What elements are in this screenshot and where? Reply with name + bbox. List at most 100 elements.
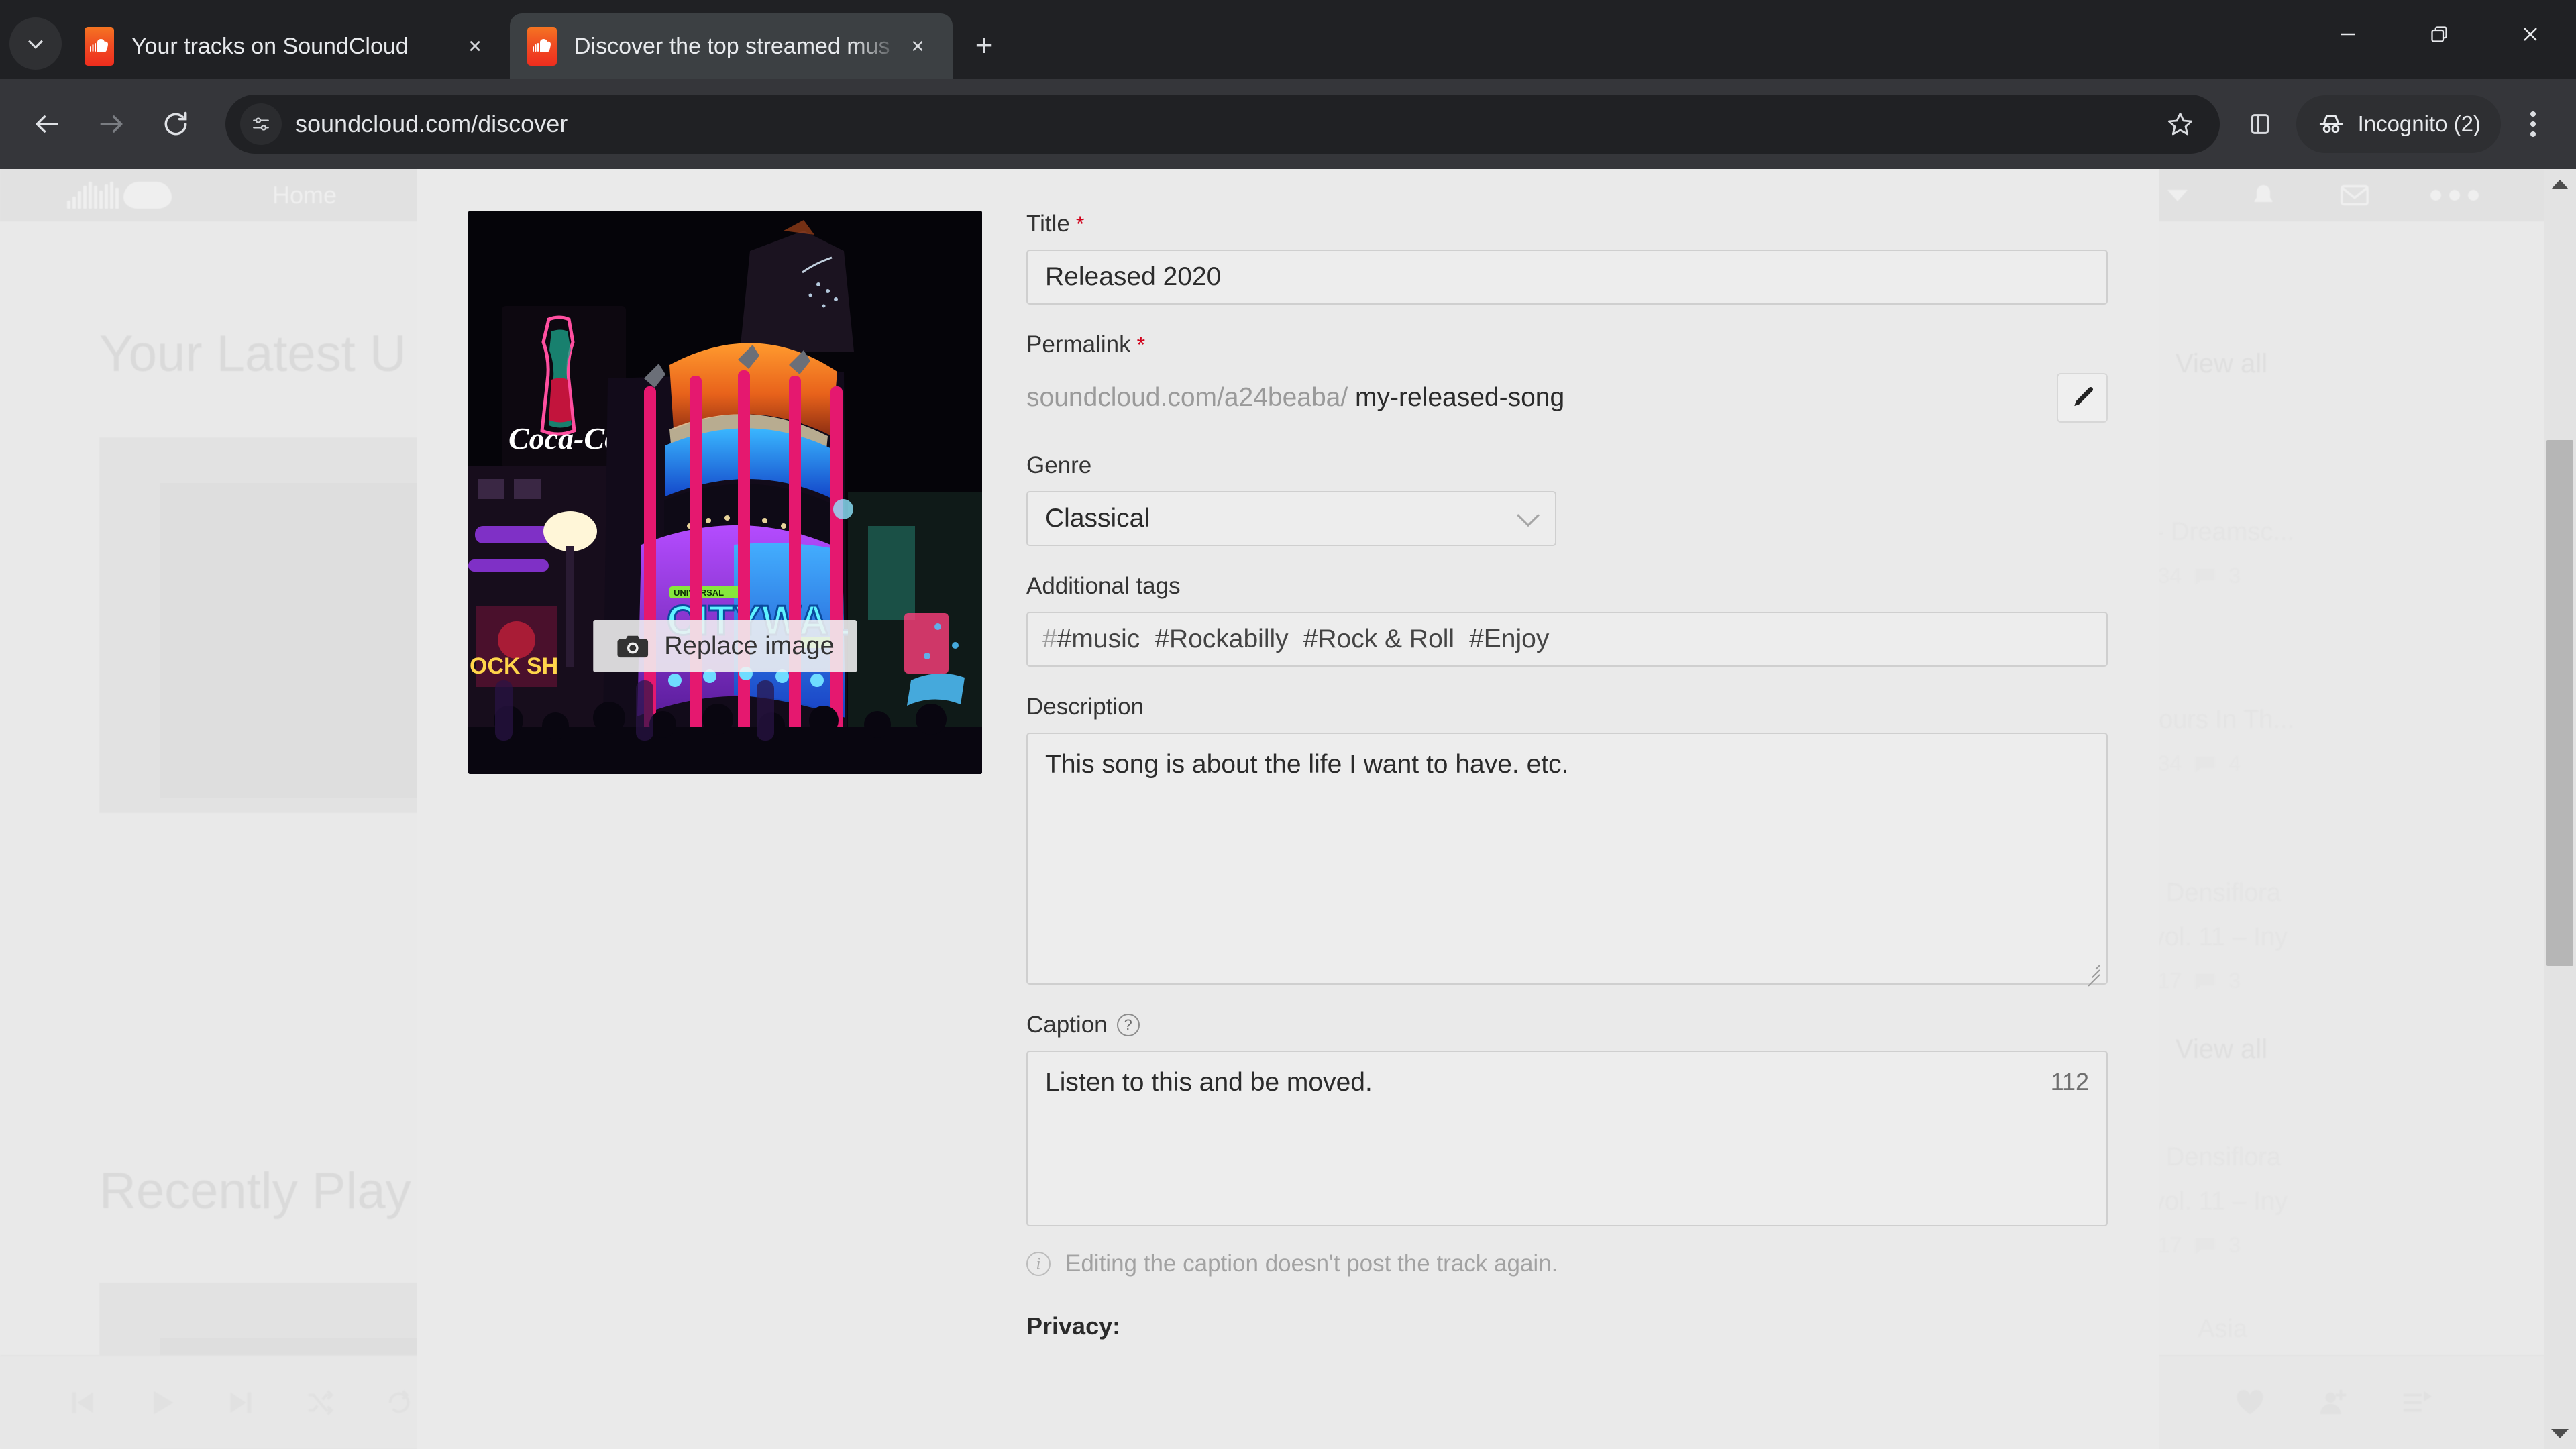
required-asterisk: *: [1075, 212, 1085, 236]
replace-image-label: Replace image: [664, 631, 835, 660]
privacy-label: Privacy:: [1026, 1312, 1121, 1340]
site-settings-icon: [253, 117, 269, 131]
browser-tab-2[interactable]: Discover the top streamed mus ×: [510, 13, 953, 79]
tag-text: #Rockabilly: [1155, 625, 1289, 653]
track-metadata-form: Title * Permalink * soundclo: [1026, 211, 2108, 1340]
permalink-label-text: Permalink: [1026, 331, 1131, 358]
info-icon: i: [1026, 1252, 1051, 1276]
scroll-down-button[interactable]: [2544, 1418, 2576, 1449]
scrollbar-thumb[interactable]: [2546, 440, 2573, 966]
repost-count: 17: [2157, 1233, 2182, 1257]
resize-handle[interactable]: [2082, 961, 2101, 987]
view-all-recent[interactable]: View all: [2176, 1034, 2267, 1065]
sidebar-item-home[interactable]: Home: [272, 181, 337, 209]
tag-chip[interactable]: ##music: [1042, 625, 1140, 654]
minimize-icon: [2341, 33, 2355, 36]
restore-icon: [2431, 26, 2447, 42]
tab-close-button[interactable]: ×: [900, 29, 935, 64]
edit-permalink-button[interactable]: [2057, 373, 2108, 423]
repeat-icon[interactable]: [384, 1387, 415, 1418]
address-bar[interactable]: soundcloud.com/discover: [225, 95, 2220, 154]
bell-glyph: [2254, 185, 2273, 203]
next-icon[interactable]: [225, 1387, 256, 1418]
title-input[interactable]: [1026, 250, 2108, 305]
track-artist[interactable]: Asia: [2198, 1315, 2247, 1344]
tag-chip[interactable]: #Enjoy: [1469, 625, 1549, 654]
comment-icon: [2196, 568, 2215, 585]
queue-icon[interactable]: [2401, 1389, 2432, 1417]
site-settings-button[interactable]: [240, 103, 282, 145]
back-button[interactable]: [15, 92, 79, 156]
tags-input[interactable]: ##music #Rockabilly #Rock & Roll #Enjoy: [1026, 612, 2108, 667]
maximize-button[interactable]: [2394, 0, 2485, 68]
genre-select[interactable]: Classical: [1026, 491, 1556, 546]
close-window-button[interactable]: [2485, 0, 2576, 68]
tags-label-text: Additional tags: [1026, 573, 1181, 599]
modal-content: Coca-Cola OCK SH Replace image Title * R…: [417, 169, 2159, 1340]
minimize-button[interactable]: [2302, 0, 2394, 68]
bookmark-button[interactable]: [2155, 99, 2205, 149]
more-icon[interactable]: [2430, 190, 2479, 201]
caption-label: Caption ?: [1026, 1012, 2108, 1038]
browser-toolbar: soundcloud.com/discover Incognito (2): [0, 79, 2576, 169]
url-text: soundcloud.com/discover: [295, 110, 568, 138]
browser-menu-button[interactable]: [2505, 96, 2561, 152]
repost-count: 34: [2157, 751, 2182, 775]
camera-icon: [617, 635, 649, 658]
permalink-field-group: Permalink * soundcloud.com/a24beaba/ my-…: [1026, 331, 2108, 425]
tab-search-button[interactable]: [9, 17, 62, 70]
view-all-latest[interactable]: View all: [2176, 349, 2267, 379]
question-mark-icon[interactable]: ?: [1116, 1014, 1140, 1036]
caption-textarea[interactable]: Listen to this and be moved. 112: [1026, 1051, 2108, 1226]
forward-button[interactable]: [79, 92, 144, 156]
window-controls: [2302, 0, 2576, 68]
caption-char-count: 112: [2050, 1068, 2089, 1095]
incognito-indicator[interactable]: Incognito (2): [2296, 95, 2501, 153]
required-asterisk: *: [1136, 333, 1146, 357]
scroll-down-arrow: [2551, 1429, 2569, 1438]
bell-icon[interactable]: [2248, 182, 2279, 209]
genre-label: Genre: [1026, 452, 2108, 479]
soundcloud-icon: [527, 27, 557, 66]
title-label-text: Title: [1026, 211, 1070, 237]
comment-icon: [2196, 756, 2215, 773]
caption-label-text: Caption: [1026, 1012, 1108, 1038]
message-icon[interactable]: [2339, 182, 2370, 209]
shuffle-icon[interactable]: [305, 1387, 335, 1418]
pencil-icon: [2074, 386, 2094, 407]
replace-image-button[interactable]: Replace image: [593, 620, 857, 672]
side-panel-icon: [2251, 114, 2269, 134]
tags-label: Additional tags: [1026, 573, 2108, 600]
description-textarea[interactable]: This song is about the life I want to ha…: [1026, 733, 2108, 987]
edit-track-modal: Coca-Cola OCK SH Replace image Title * R…: [417, 169, 2159, 1449]
comment-count: 3: [2229, 564, 2241, 588]
page-scrollbar[interactable]: [2544, 169, 2576, 1449]
side-panel-button[interactable]: [2232, 96, 2288, 152]
browser-window: Your tracks on SoundCloud × Discover the…: [0, 0, 2576, 1449]
tag-chip[interactable]: #Rockabilly: [1155, 625, 1288, 654]
forward-arrow-icon: [100, 115, 123, 133]
browser-tab-1[interactable]: Your tracks on SoundCloud ×: [67, 13, 510, 79]
reload-button[interactable]: [144, 92, 208, 156]
kebab-dot: [2530, 131, 2536, 137]
player-controls: [67, 1387, 415, 1418]
description-label-text: Description: [1026, 694, 1144, 720]
description-field-group: Description This song is about the life …: [1026, 694, 2108, 987]
chevron-down-icon: [1517, 504, 1540, 527]
section-title-recent: Recently Play: [99, 1163, 411, 1220]
play-icon[interactable]: [146, 1387, 177, 1418]
previous-icon[interactable]: [67, 1387, 98, 1418]
track-image-uploader[interactable]: Coca-Cola OCK SH Replace image: [468, 211, 982, 774]
tab-strip: Your tracks on SoundCloud × Discover the…: [0, 0, 2576, 79]
add-to-playlist-icon[interactable]: [2318, 1389, 2349, 1417]
new-tab-button[interactable]: +: [961, 21, 1008, 68]
scroll-up-button[interactable]: [2544, 169, 2576, 200]
permalink-label: Permalink *: [1026, 331, 2108, 358]
incognito-label: Incognito (2): [2357, 111, 2481, 136]
tab-close-button[interactable]: ×: [458, 29, 492, 64]
tag-chip[interactable]: #Rock & Roll: [1303, 625, 1454, 654]
heart-icon[interactable]: [2235, 1389, 2265, 1417]
caption-hint-text: Editing the caption doesn't post the tra…: [1065, 1250, 1558, 1277]
chevron-down-icon[interactable]: [2167, 189, 2188, 201]
comment-count: 4: [2229, 751, 2241, 775]
